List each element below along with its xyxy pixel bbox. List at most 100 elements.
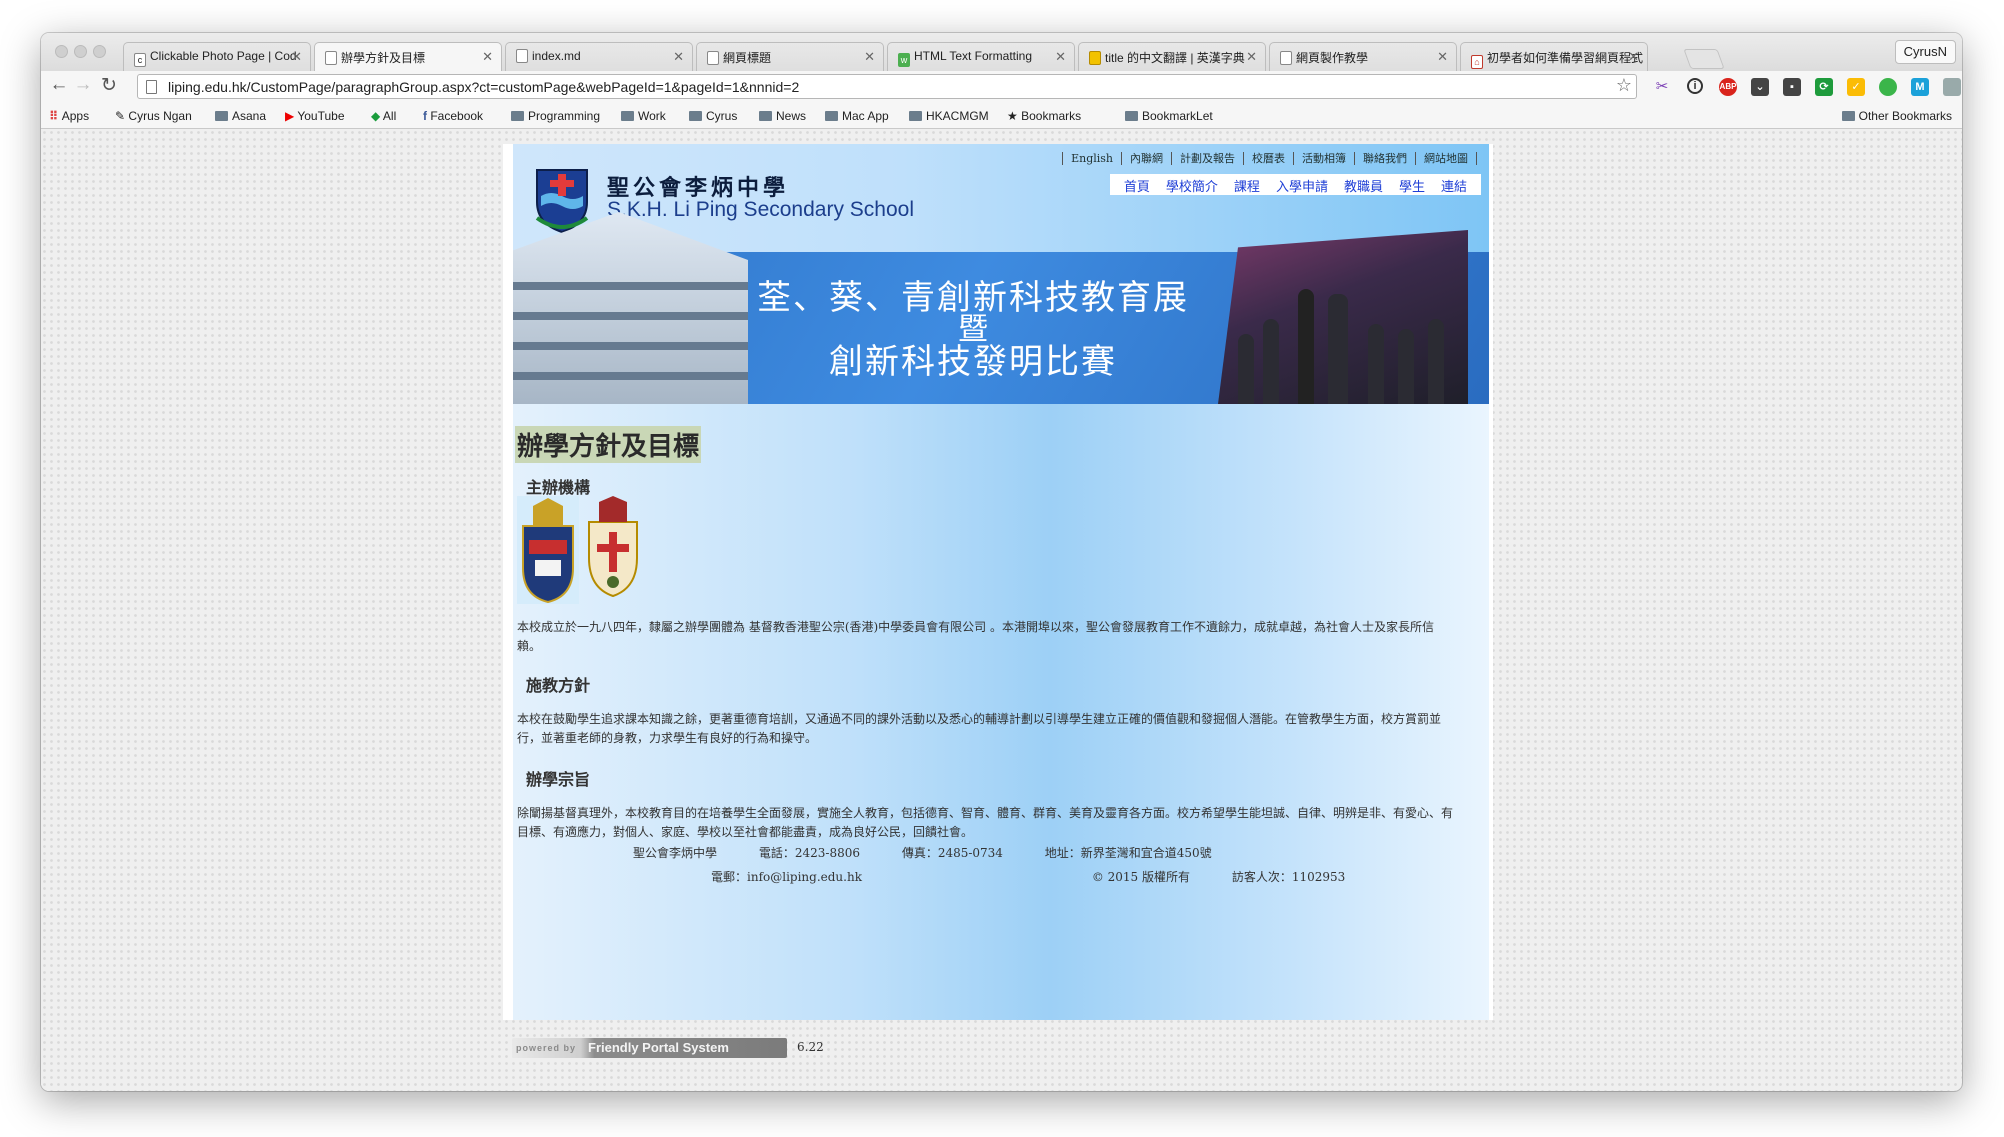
link-photo-album[interactable]: 活動相簿	[1293, 152, 1354, 165]
minimize-window-button[interactable]	[74, 45, 87, 58]
extension-1password-icon[interactable]: i	[1687, 78, 1703, 94]
close-icon[interactable]: ✕	[1055, 49, 1066, 65]
bookmark-all[interactable]: ◆ All	[371, 109, 396, 123]
tab-dictionary[interactable]: title 的中文翻譯 | 英漢字典 ✕	[1078, 42, 1266, 72]
bookmark-apps[interactable]: ⠿ Apps	[49, 109, 89, 123]
extension-vimeo-icon[interactable]: ✂	[1653, 78, 1671, 96]
url-text: liping.edu.hk/CustomPage/paragraphGroup.…	[168, 79, 800, 95]
adblock-icon[interactable]: ABP	[1719, 78, 1737, 96]
forward-icon[interactable]: →	[71, 74, 95, 96]
bookmark-cyrus-ngan[interactable]: ✎ Cyrus Ngan	[115, 109, 192, 123]
browser-window: c Clickable Photo Page | Cod ✕ 辦學方針及目標 ✕ in…	[41, 33, 1962, 1091]
reload-icon[interactable]: ↻	[97, 74, 121, 97]
profile-button[interactable]: CyrusN	[1894, 40, 1956, 64]
footer-fax: 傳真：2485-0734	[901, 846, 1003, 860]
extension-check-icon[interactable]: ✓	[1847, 78, 1865, 96]
apps-grid-icon: ⠿	[49, 109, 59, 123]
folder-icon	[511, 111, 524, 121]
nav-staff[interactable]: 教職員	[1344, 180, 1383, 195]
tab-index-md[interactable]: index.md ✕	[505, 42, 693, 72]
bookmark-cyrus[interactable]: Cyrus	[689, 109, 737, 123]
tab-web-tutorial[interactable]: 網頁製作教學 ✕	[1269, 42, 1457, 72]
address-bar[interactable]: liping.edu.hk/CustomPage/paragraphGroup.…	[137, 74, 1637, 99]
pocket-icon[interactable]: ⌄	[1751, 78, 1769, 96]
tab-beginner-guide[interactable]: ⌂ 初學者如何準備學習網頁程式 ✕	[1460, 42, 1648, 72]
close-icon[interactable]: ✕	[673, 49, 684, 65]
page-icon	[325, 51, 337, 65]
teaching-policy-paragraph: 本校在鼓勵學生追求課本知識之餘，更著重德育培訓，又通過不同的課外活動以及悉心的輔…	[517, 712, 1442, 745]
mission-paragraph: 除闡揚基督真理外，本校教育目的在培養學生全面發展，實施全人教育，包括德育、智育、…	[517, 806, 1454, 839]
back-icon[interactable]: ←	[47, 74, 71, 96]
footer-phone: 電話：2423-8806	[758, 846, 860, 860]
link-intranet[interactable]: 內聯網	[1121, 152, 1171, 165]
folder-icon	[1841, 111, 1855, 121]
nav-home[interactable]: 首頁	[1124, 180, 1150, 195]
nav-links[interactable]: 連結	[1441, 180, 1467, 195]
footer-school-name: 聖公會李炳中學	[633, 846, 718, 860]
main-content: 辦學方針及目標 主辦機構 本校成立於一九八四年，隸屬之辦學團體為 基督教香港聖公…	[513, 404, 1489, 1020]
bookmark-mac-app[interactable]: Mac App	[825, 109, 889, 123]
evernote-icon[interactable]	[1879, 78, 1897, 96]
close-icon[interactable]: ✕	[291, 49, 302, 65]
footer-line-2: 電郵：info@liping.edu.hk © 2015 版權所有 訪客人次：1…	[711, 868, 1511, 885]
bookmark-asana[interactable]: Asana	[215, 109, 266, 123]
close-icon[interactable]: ✕	[864, 49, 875, 65]
page-viewport: 聖公會李炳中學 S.K.H. Li Ping Secondary School …	[41, 129, 1962, 1091]
link-calendar[interactable]: 校曆表	[1243, 152, 1293, 165]
top-links: English 內聯網 計劃及報告 校曆表 活動相簿 聯絡我們 網站地圖	[1062, 150, 1477, 166]
close-icon[interactable]: ✕	[1437, 49, 1448, 65]
bookmark-work[interactable]: Work	[621, 109, 666, 123]
bookmark-youtube[interactable]: ▶ YouTube	[285, 109, 345, 123]
bookmarks-bar: ⠿ Apps ✎ Cyrus Ngan Asana ▶ YouTube ◆ Al…	[41, 103, 1962, 129]
nav-admission[interactable]: 入學申請	[1276, 180, 1328, 195]
banner-title-line3: 創新科技發明比賽	[829, 343, 1117, 381]
page-icon	[146, 80, 157, 94]
bookmark-programming[interactable]: Programming	[511, 109, 600, 123]
extension-box-icon[interactable]: ▪	[1783, 78, 1801, 96]
close-icon[interactable]: ✕	[1246, 49, 1257, 65]
nav-curriculum[interactable]: 課程	[1234, 180, 1260, 195]
school-crest-icon[interactable]	[531, 166, 593, 234]
footer-visitor-count: 訪客人次：1102953	[1231, 870, 1346, 884]
footer-email[interactable]: 電郵：info@liping.edu.hk	[711, 870, 862, 884]
close-icon[interactable]: ✕	[482, 49, 493, 65]
version-number: 6.22	[797, 1040, 824, 1054]
dict-icon	[1089, 51, 1101, 65]
new-tab-button[interactable]	[1683, 49, 1725, 69]
extension-green-icon[interactable]: ⟳	[1815, 78, 1833, 96]
bookmark-facebook[interactable]: f Facebook	[423, 109, 483, 123]
bookmark-news[interactable]: News	[759, 109, 806, 123]
bookmark-star-icon[interactable]: ☆	[1616, 75, 1632, 96]
close-icon[interactable]: ✕	[1628, 49, 1639, 65]
link-contact[interactable]: 聯絡我們	[1354, 152, 1415, 165]
powered-by-badge[interactable]: powered by Friendly Portal System	[512, 1036, 802, 1060]
nav-students[interactable]: 學生	[1399, 180, 1425, 195]
w3-icon: w	[898, 53, 910, 67]
school-site: 聖公會李炳中學 S.K.H. Li Ping Secondary School …	[503, 144, 1493, 1020]
bookmark-hkacmgm[interactable]: HKACMGM	[909, 109, 989, 123]
bookmark-bookmarks[interactable]: ★ Bookmarks	[1007, 109, 1081, 123]
link-english[interactable]: English	[1062, 152, 1121, 165]
folder-icon	[759, 111, 772, 121]
page-icon	[1280, 51, 1292, 65]
tab-active-page[interactable]: 辦學方針及目標 ✕	[314, 42, 502, 72]
folder-icon	[909, 111, 922, 121]
sponsor-paragraph: 本校成立於一九八四年，隸屬之辦學團體為 基督教香港聖公宗(香港)中學委員會有限公…	[517, 620, 1434, 653]
tab-html-text-formatting[interactable]: w HTML Text Formatting ✕	[887, 42, 1075, 72]
tab-clickable-photo[interactable]: c Clickable Photo Page | Cod ✕	[123, 42, 311, 72]
bookmark-bookmarklet[interactable]: BookmarkLet	[1125, 109, 1213, 123]
link-plans-reports[interactable]: 計劃及報告	[1171, 152, 1243, 165]
zoom-window-button[interactable]	[93, 45, 106, 58]
section-heading-mission: 辦學宗旨	[526, 770, 591, 789]
extension-grid-icon[interactable]	[1943, 78, 1961, 96]
star-icon: ★	[1007, 109, 1018, 123]
extension-m-icon[interactable]: M	[1911, 78, 1929, 96]
nav-about[interactable]: 學校簡介	[1166, 180, 1218, 195]
tab-page-title[interactable]: 網頁標題 ✕	[696, 42, 884, 72]
close-window-button[interactable]	[55, 45, 68, 58]
link-sitemap[interactable]: 網站地圖	[1415, 152, 1477, 165]
page-icon	[707, 51, 719, 65]
footer-address: 地址：新界荃灣和宜合道450號	[1044, 846, 1212, 860]
youtube-icon: ▶	[285, 109, 295, 123]
bookmark-other[interactable]: Other Bookmarks	[1841, 109, 1952, 123]
